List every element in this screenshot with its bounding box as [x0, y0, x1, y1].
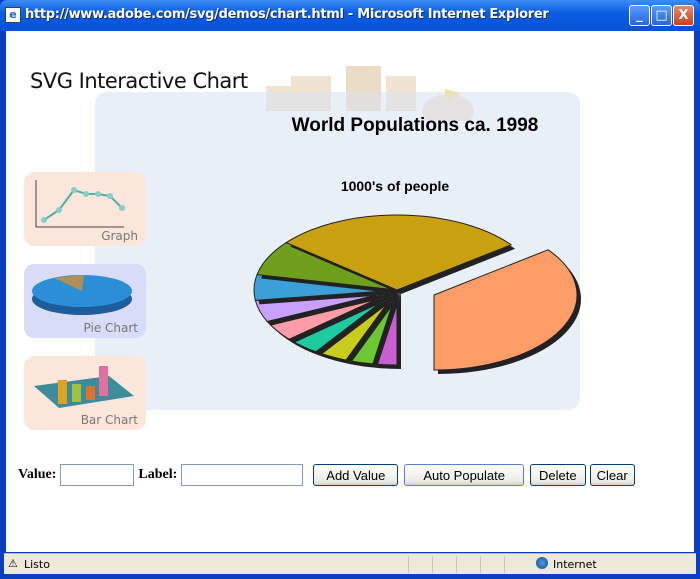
- label-label: Label:: [138, 467, 178, 482]
- close-button[interactable]: X: [673, 5, 694, 26]
- chart-subtitle: 1000's of people: [341, 178, 450, 194]
- delete-button[interactable]: Delete: [530, 464, 586, 486]
- status-bar: ⚠ Listo Internet: [4, 553, 696, 574]
- value-input[interactable]: [60, 464, 135, 486]
- globe-icon: [536, 557, 548, 569]
- title-bar: e http://www.adobe.com/svg/demos/chart.h…: [0, 0, 700, 31]
- warning-icon: ⚠: [8, 557, 18, 570]
- page-content: SVG Interactive Chart Graph Pie Chart Ba…: [6, 31, 694, 552]
- chart-form: Value: Label: Add Value Auto Populate De…: [18, 464, 635, 486]
- maximize-button[interactable]: □: [651, 5, 672, 26]
- pie-chart: World Populations ca. 1998 1000's of peo…: [253, 115, 581, 374]
- window-title: http://www.adobe.com/svg/demos/chart.htm…: [25, 7, 549, 22]
- chart-title: World Populations ca. 1998: [292, 115, 539, 136]
- add-value-button[interactable]: Add Value: [313, 464, 399, 486]
- minimize-button[interactable]: _: [629, 5, 650, 26]
- status-text: Listo: [24, 558, 50, 571]
- clear-button[interactable]: Clear: [589, 464, 635, 486]
- label-input[interactable]: [181, 464, 304, 486]
- auto-populate-button[interactable]: Auto Populate: [404, 464, 524, 486]
- zone-text: Internet: [553, 558, 597, 571]
- value-label: Value:: [18, 467, 57, 482]
- ie-icon: e: [5, 7, 21, 23]
